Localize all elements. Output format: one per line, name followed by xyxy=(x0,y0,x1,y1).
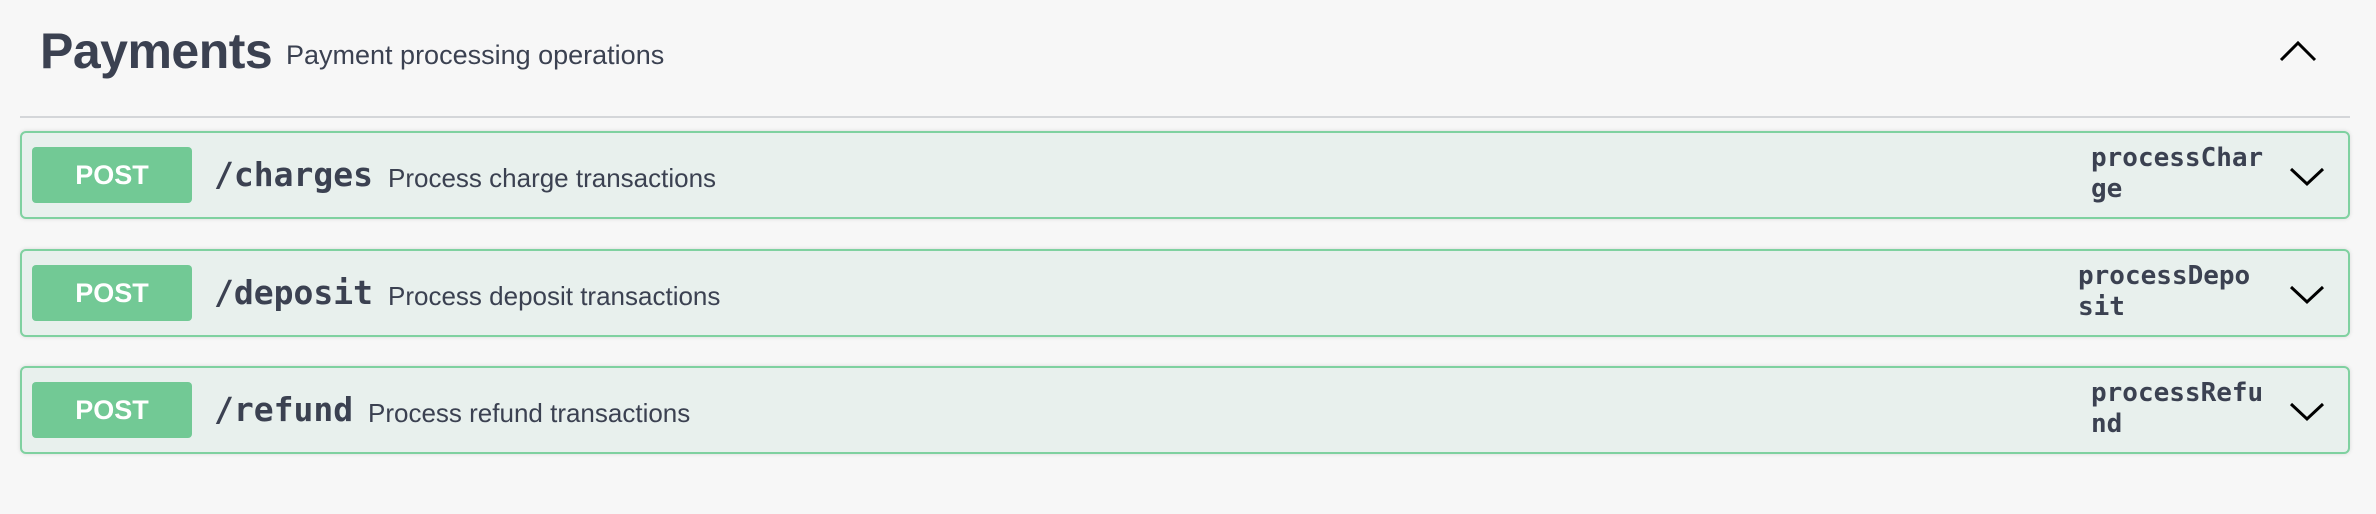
operation-id: processDeposit xyxy=(2078,261,2251,322)
operation-summary: Process deposit transactions xyxy=(388,281,721,311)
chevron-down-icon[interactable] xyxy=(2288,279,2326,309)
section-header[interactable]: Payments Payment processing operations xyxy=(20,0,2350,118)
chevron-down-icon[interactable] xyxy=(2288,396,2326,426)
operation-id: processRefund xyxy=(2091,378,2264,439)
method-badge: POST xyxy=(32,265,192,321)
operation-summary: Process refund transactions xyxy=(368,398,691,428)
operation-id: processCharge xyxy=(2091,143,2264,204)
operation-summary: Process charge transactions xyxy=(388,163,717,193)
method-badge: POST xyxy=(32,147,192,203)
operation-path: /refund xyxy=(214,390,354,429)
method-badge: POST xyxy=(32,382,192,438)
operation-path: /charges xyxy=(214,155,373,194)
operation-post-refund[interactable]: POST /refund Process refund transactions… xyxy=(20,366,2350,454)
operation-post-deposit[interactable]: POST /deposit Process deposit transactio… xyxy=(20,249,2350,337)
chevron-down-icon[interactable] xyxy=(2288,161,2326,191)
section-description: Payment processing operations xyxy=(286,40,665,70)
payments-section: Payments Payment processing operations P… xyxy=(0,0,2376,514)
operation-path: /deposit xyxy=(214,273,373,312)
section-title: Payments xyxy=(40,23,273,79)
operation-post-charges[interactable]: POST /charges Process charge transaction… xyxy=(20,131,2350,219)
chevron-up-icon[interactable] xyxy=(2278,36,2318,64)
